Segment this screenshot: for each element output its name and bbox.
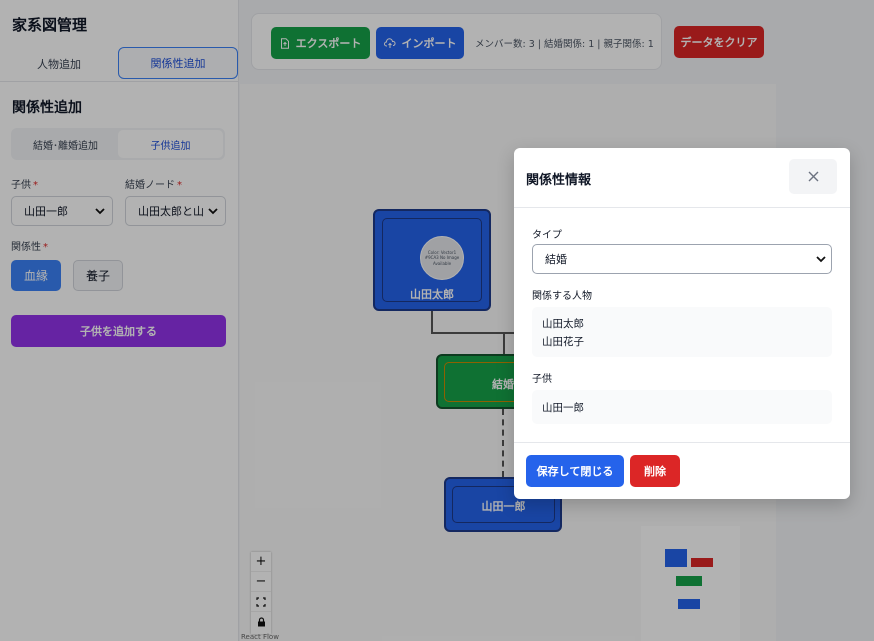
save-close-button[interactable]: 保存して閉じる xyxy=(526,455,624,487)
children-box: 山田一郎 xyxy=(532,390,832,424)
modal-title: 関係性情報 xyxy=(526,173,592,188)
related-person: 山田太郎 xyxy=(542,318,584,330)
modal-footer-divider xyxy=(514,442,850,443)
child-entry: 山田一郎 xyxy=(542,402,584,414)
related-people-box: 山田太郎 山田花子 xyxy=(532,307,832,357)
related-people-label: 関係する人物 xyxy=(532,291,592,302)
modal-divider xyxy=(514,207,850,208)
close-button[interactable] xyxy=(789,159,837,194)
children-label: 子供 xyxy=(532,374,552,385)
close-icon xyxy=(808,171,818,182)
chevron-down-icon xyxy=(816,256,826,263)
delete-button[interactable]: 削除 xyxy=(630,455,680,487)
type-select[interactable]: 結婚 xyxy=(532,244,832,274)
type-label: タイプ xyxy=(532,230,562,241)
relationship-modal: 関係性情報 タイプ 結婚 関係する人物 山田太郎 山田花子 子供 山田一郎 保存… xyxy=(514,148,850,499)
related-person: 山田花子 xyxy=(542,336,584,348)
type-select-value: 結婚 xyxy=(545,253,567,266)
